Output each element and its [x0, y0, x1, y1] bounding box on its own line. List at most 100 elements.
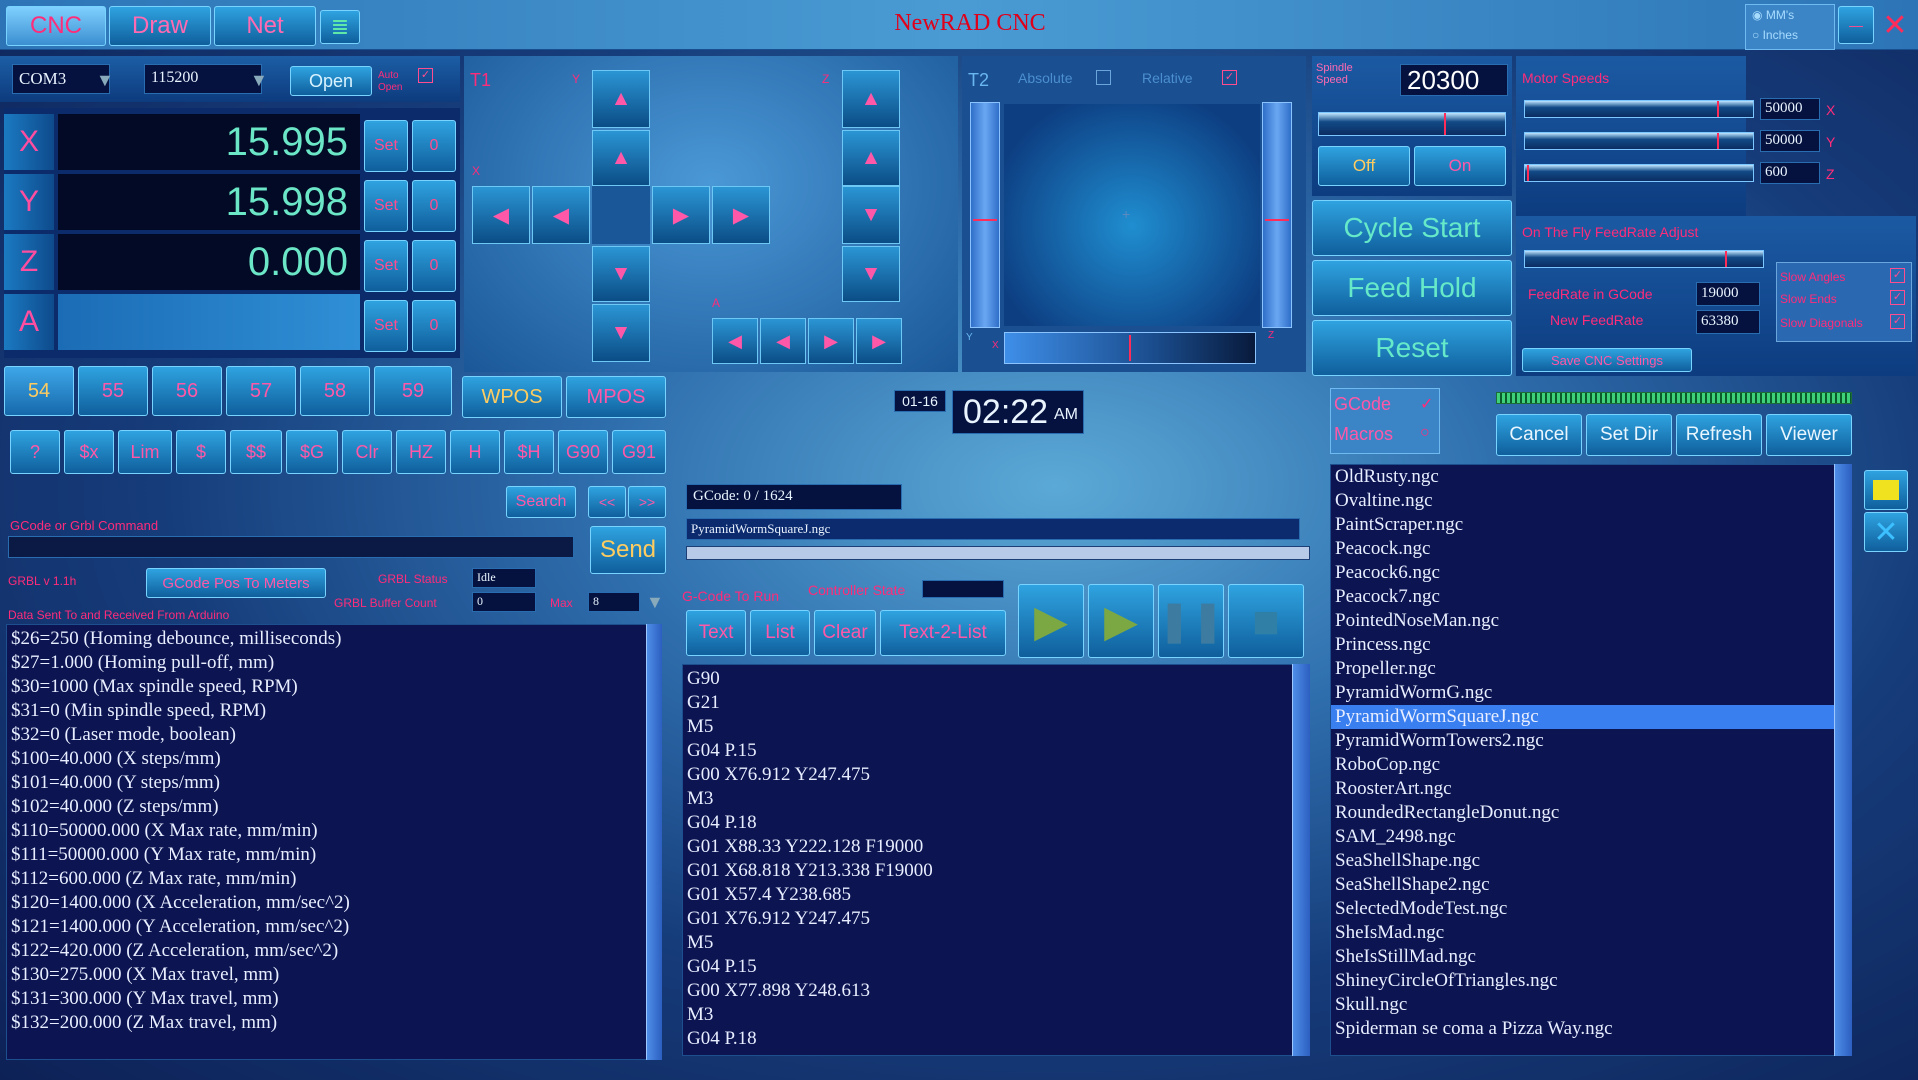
delete-icon[interactable]: ✕ [1864, 512, 1908, 552]
jog-xy-pad[interactable] [1004, 104, 1260, 326]
slow-ends-checkbox[interactable]: ✓ [1890, 290, 1905, 305]
file-item[interactable]: SheIsMad.ngc [1331, 921, 1847, 945]
relative-checkbox[interactable]: ✓ [1222, 70, 1237, 85]
gcode-pos-to-meters-button[interactable]: GCode Pos To Meters [146, 568, 326, 598]
file-item[interactable]: SAM_2498.ngc [1331, 825, 1847, 849]
spindle-slider[interactable] [1318, 112, 1506, 136]
clear-button[interactable]: Clear [814, 610, 876, 656]
gcode-line[interactable]: G01 X88.33 Y222.128 F19000 [683, 835, 1309, 859]
file-item[interactable]: Propeller.ngc [1331, 657, 1847, 681]
motor-x-slider[interactable] [1524, 100, 1754, 118]
jog-x-minus-icon[interactable]: ◀ [532, 186, 590, 244]
wcs-59-button[interactable]: 59 [374, 366, 452, 416]
jog-z-minus-icon[interactable]: ▼ [842, 186, 900, 244]
chevron-down-icon[interactable]: ▼ [250, 70, 268, 91]
jog-y-slider[interactable] [970, 102, 1000, 328]
gcode-line[interactable]: M5 [683, 715, 1309, 739]
cmd-lim-button[interactable]: Lim [118, 430, 172, 474]
slow-angles-checkbox[interactable]: ✓ [1890, 268, 1905, 283]
cycle-start-button[interactable]: Cycle Start [1312, 200, 1512, 256]
set-dir-button[interactable]: Set Dir [1586, 414, 1672, 456]
zero-y-button[interactable]: 0 [412, 180, 456, 232]
jog-a-plus-icon[interactable]: ▶ [808, 318, 854, 364]
file-list[interactable]: OldRusty.ngc Ovaltine.ngc PaintScraper.n… [1330, 464, 1848, 1056]
motor-y-slider[interactable] [1524, 132, 1754, 150]
file-item[interactable]: OldRusty.ngc [1331, 465, 1847, 489]
command-input[interactable] [8, 536, 574, 558]
cmd-settings-button[interactable]: $$ [230, 430, 282, 474]
list-button[interactable]: List [750, 610, 810, 656]
set-y-button[interactable]: Set [364, 180, 408, 232]
viewer-button[interactable]: Viewer [1766, 414, 1852, 456]
feed-slider[interactable] [1524, 250, 1764, 268]
jog-y-minus-fast-icon[interactable]: ▼ [592, 304, 650, 362]
minimize-button[interactable]: — [1838, 6, 1874, 44]
text-button[interactable]: Text [686, 610, 746, 656]
cmd-g-button[interactable]: $G [286, 430, 338, 474]
jog-x-slider[interactable] [1004, 332, 1256, 364]
tab-net[interactable]: Net [214, 6, 316, 46]
file-item[interactable]: Skull.ngc [1331, 993, 1847, 1017]
baud-select[interactable]: 115200 [144, 64, 262, 94]
mpos-button[interactable]: MPOS [566, 376, 666, 418]
gcode-line[interactable]: G90 [683, 667, 1309, 691]
gcode-line[interactable]: G04 P.18 [683, 811, 1309, 835]
file-item[interactable]: SeaShellShape.ngc [1331, 849, 1847, 873]
wcs-55-button[interactable]: 55 [78, 366, 148, 416]
gcode-line[interactable]: G01 X68.818 Y213.338 F19000 [683, 859, 1309, 883]
units-inches-radio[interactable]: ○ Inches [1752, 28, 1798, 42]
jog-x-minus-fast-icon[interactable]: ◀ [472, 186, 530, 244]
jog-a-minus-icon[interactable]: ◀ [760, 318, 806, 364]
file-item[interactable]: SelectedModeTest.ngc [1331, 897, 1847, 921]
jog-a-minus-fast-icon[interactable]: ◀ [712, 318, 758, 364]
run-play-icon[interactable]: ▶ [1018, 584, 1084, 658]
wpos-button[interactable]: WPOS [462, 376, 562, 418]
jog-z-slider[interactable] [1262, 102, 1292, 328]
max-select[interactable]: 8 [588, 592, 640, 612]
jog-z-plus-fast-icon[interactable]: ▲ [842, 70, 900, 128]
chevron-down-icon[interactable]: ▼ [96, 70, 114, 91]
file-item[interactable]: PyramidWormG.ngc [1331, 681, 1847, 705]
spindle-off-button[interactable]: Off [1318, 146, 1410, 186]
menu-icon[interactable]: ≣ [320, 10, 360, 44]
gcode-mode-radio[interactable]: ✓ [1420, 394, 1433, 414]
file-item[interactable]: Peacock6.ngc [1331, 561, 1847, 585]
save-cnc-settings-button[interactable]: Save CNC Settings [1522, 348, 1692, 372]
close-icon[interactable]: ✕ [1876, 6, 1914, 44]
step-play-icon[interactable]: ▶ [1088, 584, 1154, 658]
auto-open-checkbox[interactable]: ✓ [418, 68, 433, 83]
set-z-button[interactable]: Set [364, 240, 408, 292]
file-item[interactable]: Peacock7.ngc [1331, 585, 1847, 609]
file-item[interactable]: Peacock.ngc [1331, 537, 1847, 561]
reset-button[interactable]: Reset [1312, 320, 1512, 376]
refresh-button[interactable]: Refresh [1676, 414, 1762, 456]
file-item[interactable]: PointedNoseMan.ngc [1331, 609, 1847, 633]
file-item[interactable]: RoboCop.ngc [1331, 753, 1847, 777]
gcode-line[interactable]: G21 [683, 691, 1309, 715]
zero-a-button[interactable]: 0 [412, 300, 456, 352]
gcode-list[interactable]: G90 G21 M5 G04 P.15 G00 X76.912 Y247.475… [682, 664, 1310, 1056]
spindle-on-button[interactable]: On [1414, 146, 1506, 186]
gcode-line[interactable]: M3 [683, 787, 1309, 811]
wcs-54-button[interactable]: 54 [4, 366, 74, 416]
zero-z-button[interactable]: 0 [412, 240, 456, 292]
gcode-scrollbar[interactable] [1292, 664, 1310, 1056]
cmd-g91-button[interactable]: G91 [612, 430, 666, 474]
cmd-h-button[interactable]: H [450, 430, 500, 474]
gcode-line[interactable]: M3 [683, 1003, 1309, 1027]
gcode-line[interactable]: G00 X76.912 Y247.475 [683, 763, 1309, 787]
cmd-x-button[interactable]: $x [64, 430, 114, 474]
set-a-button[interactable]: Set [364, 300, 408, 352]
gcode-line[interactable]: G04 P.15 [683, 955, 1309, 979]
file-scrollbar[interactable] [1834, 464, 1852, 1056]
search-next-button[interactable]: >> [628, 486, 666, 518]
search-button[interactable]: Search [506, 486, 576, 518]
file-item[interactable]: RoundedRectangleDonut.ngc [1331, 801, 1847, 825]
file-item[interactable]: Princess.ngc [1331, 633, 1847, 657]
file-item[interactable]: ShineyCircleOfTriangles.ngc [1331, 969, 1847, 993]
slow-diagonals-checkbox[interactable]: ✓ [1890, 314, 1905, 329]
gcode-line[interactable]: G01 X57.4 Y238.685 [683, 883, 1309, 907]
cmd-g90-button[interactable]: G90 [558, 430, 608, 474]
file-item[interactable]: Spiderman se coma a Pizza Way.ngc [1331, 1017, 1847, 1041]
gcode-line[interactable]: G01 X76.912 Y247.475 [683, 907, 1309, 931]
